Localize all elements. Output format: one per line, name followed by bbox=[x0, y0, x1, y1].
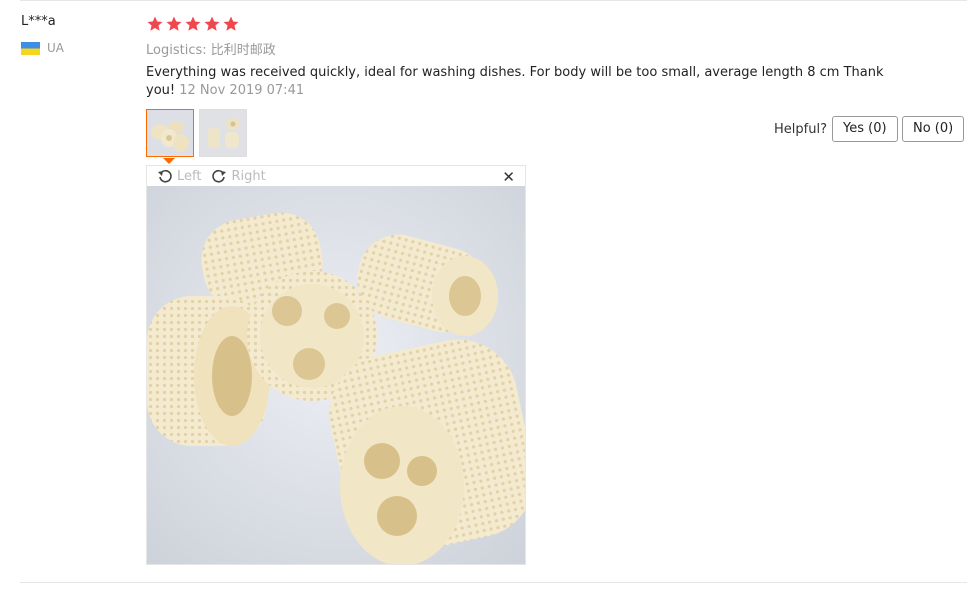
photo-thumbnail-1[interactable] bbox=[146, 109, 194, 157]
ukraine-flag-icon bbox=[21, 41, 40, 55]
photo-thumbnail-2[interactable] bbox=[199, 109, 247, 157]
rotate-left-label: Left bbox=[177, 168, 202, 184]
rotate-right-icon bbox=[212, 169, 227, 183]
close-viewer-button[interactable]: ✕ bbox=[502, 168, 515, 186]
helpful-no-button[interactable]: No (0) bbox=[902, 116, 965, 142]
loofah-photo bbox=[147, 186, 525, 564]
photo-viewer: Left Right ✕ bbox=[146, 165, 526, 565]
reviewer-country: UA bbox=[21, 41, 64, 55]
review-date: 12 Nov 2019 07:41 bbox=[179, 83, 305, 98]
country-code: UA bbox=[47, 41, 64, 55]
top-divider bbox=[20, 0, 967, 1]
rotate-left-icon bbox=[158, 169, 172, 183]
star-icon bbox=[185, 16, 201, 31]
review-text-block: Everything was received quickly, ideal f… bbox=[146, 64, 886, 100]
helpful-yes-button[interactable]: Yes (0) bbox=[832, 116, 898, 142]
star-icon bbox=[223, 16, 239, 31]
rotate-left-button[interactable]: Left bbox=[157, 168, 201, 184]
reviewer-name: L***a bbox=[21, 14, 56, 29]
star-icon bbox=[204, 16, 220, 31]
star-icon bbox=[166, 16, 182, 31]
logistics-info: Logistics: 比利时邮政 bbox=[146, 43, 276, 58]
helpful-label: Helpful? bbox=[774, 122, 827, 137]
loofah-photo-thumbnail bbox=[147, 110, 193, 156]
bottom-divider bbox=[20, 582, 967, 583]
rotate-right-button[interactable]: Right bbox=[211, 168, 266, 184]
viewer-toolbar: Left Right ✕ bbox=[147, 166, 525, 186]
rotate-right-label: Right bbox=[231, 168, 266, 184]
photo-thumbnails bbox=[146, 109, 247, 157]
star-icon bbox=[147, 16, 163, 31]
loofah-photo-thumbnail bbox=[200, 110, 246, 156]
star-rating bbox=[146, 15, 240, 33]
active-thumbnail-pointer bbox=[163, 158, 175, 164]
